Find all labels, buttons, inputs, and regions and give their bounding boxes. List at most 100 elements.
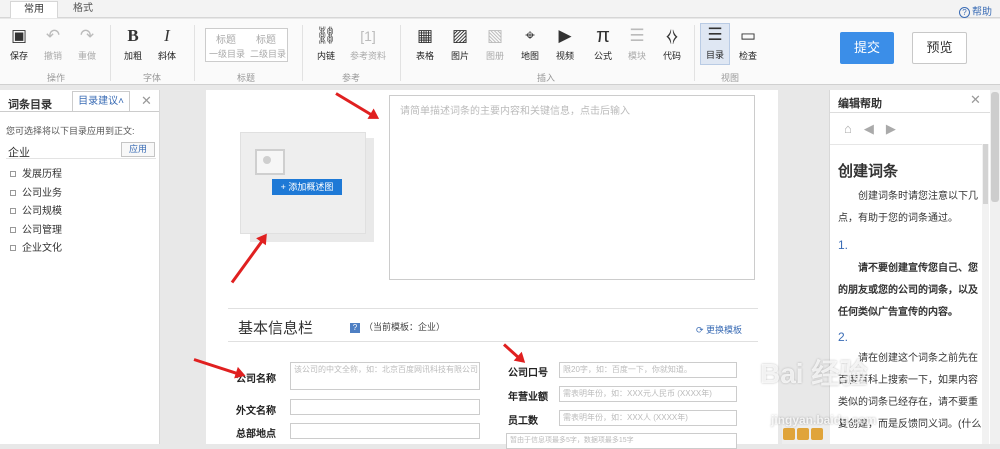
bullet-icon <box>10 245 16 252</box>
redo-button[interactable]: ↷ 重做 <box>74 25 100 62</box>
watermark-url: jingyan.baidu.com <box>771 413 877 427</box>
group-label: 操作 <box>46 73 65 83</box>
table-button[interactable]: ▦ 表格 <box>412 25 438 62</box>
undo-button[interactable]: ↶ 撤销 <box>40 25 66 62</box>
list-icon: ☰ <box>707 25 723 44</box>
code-button[interactable]: ⧼⧽ 代码 <box>659 25 685 62</box>
reference-button[interactable]: [1] 参考资料 <box>346 25 390 62</box>
bold-button[interactable]: B 加粗 <box>120 25 146 62</box>
tab-common[interactable]: 常用 <box>10 1 58 18</box>
tray-icon[interactable] <box>811 428 823 440</box>
toc-item[interactable]: 公司规模 <box>10 203 62 222</box>
toc-tip: 您可选择将以下目录应用到正文: <box>6 126 135 136</box>
help-link[interactable]: ? 帮助 <box>959 3 992 18</box>
italic-button[interactable]: I 斜体 <box>154 25 180 62</box>
help-heading: 创建词条 <box>838 163 899 180</box>
help-nav: ⌂◀▶ <box>844 121 908 137</box>
formula-button[interactable]: π 公式 <box>590 25 616 62</box>
internal-link-button[interactable]: ⛓ 内链 <box>312 25 340 62</box>
heading-2-label[interactable]: 标题 <box>256 31 276 46</box>
save-button[interactable]: ▣ 保存 <box>6 25 32 62</box>
close-icon[interactable]: ✕ <box>141 93 152 109</box>
add-summary-image-button[interactable]: + 添加概述图 <box>272 179 342 195</box>
scroll-thumb[interactable] <box>983 144 988 204</box>
scroll-thumb[interactable] <box>991 92 999 202</box>
group-label: 插入 <box>536 73 555 83</box>
toc-panel: 词条目录 目录建议˄ ✕ 您可选择将以下目录应用到正文: 企业 应用 发展历程 … <box>0 90 160 444</box>
question-icon[interactable]: ? <box>350 323 360 333</box>
divider <box>228 341 758 342</box>
caret-up-icon: ˄ <box>118 96 124 107</box>
heading-1-sub: 一级目录 <box>209 49 246 59</box>
toc-item[interactable]: 企业文化 <box>10 240 62 259</box>
forward-arrow-icon[interactable]: ▶ <box>886 121 908 136</box>
english-name-field[interactable] <box>290 399 480 415</box>
image-button[interactable]: ▨ 图片 <box>447 25 473 62</box>
italic-icon: I <box>164 26 170 45</box>
preview-button[interactable]: 预览 <box>912 32 967 64</box>
toc-item[interactable]: 公司业务 <box>10 185 62 204</box>
map-button[interactable]: ⌖ 地图 <box>517 25 543 62</box>
toc-item[interactable]: 发展历程 <box>10 166 62 185</box>
employees-field[interactable]: 需表明年份，如：XXX人 (XXXX年) <box>559 410 737 426</box>
divider <box>194 25 195 81</box>
toc-list: 发展历程 公司业务 公司规模 公司管理 企业文化 <box>10 166 62 259</box>
video-button[interactable]: ▶ 视频 <box>552 25 578 62</box>
summary-input[interactable]: 请简单描述词条的主要内容和关键信息，点击后输入 <box>389 95 755 280</box>
help-label: 帮助 <box>972 7 992 18</box>
reference-icon: [1] <box>360 28 376 44</box>
slogan-field[interactable]: 限20字，如：百度一下，你就知道。 <box>559 362 737 378</box>
submit-button[interactable]: 提交 <box>840 32 894 64</box>
pi-icon: π <box>596 25 610 47</box>
revenue-label: 年营业额 <box>508 392 548 403</box>
atlas-icon: ▧ <box>486 26 504 45</box>
atlas-button[interactable]: ▧ 图册 <box>482 25 508 62</box>
apply-button[interactable]: 应用 <box>121 142 155 157</box>
help-scrollbar[interactable] <box>982 144 989 444</box>
tab-format[interactable]: 格式 <box>68 1 98 18</box>
heading-selector[interactable]: 标题 标题 一级目录 二级目录 <box>205 28 288 62</box>
hq-field[interactable] <box>290 423 480 439</box>
module-icon: ☰ <box>629 26 645 45</box>
back-arrow-icon[interactable]: ◀ <box>864 121 886 136</box>
hq-label: 总部地点 <box>236 429 276 440</box>
video-icon: ▶ <box>558 26 572 45</box>
divider <box>830 112 990 113</box>
company-name-field[interactable]: 该公司的中文全称，如：北京百度网讯科技有限公司 <box>290 362 480 390</box>
help-intro: 创建词条时请您注意以下几点，有助于您的词条通过。 <box>838 191 978 224</box>
group-label: 标题 <box>236 73 255 83</box>
divider <box>0 111 159 112</box>
top-tab-bar: 常用 格式 ? 帮助 <box>0 0 1000 18</box>
home-icon[interactable]: ⌂ <box>844 121 864 136</box>
module-button[interactable]: ☰ 模块 <box>624 25 650 62</box>
bold-icon: B <box>127 26 139 45</box>
table-icon: ▦ <box>416 26 434 45</box>
employees-label: 员工数 <box>508 416 538 427</box>
editor-page: + 添加概述图 请简单描述词条的主要内容和关键信息，点击后输入 基本信息栏 ? （… <box>206 90 778 449</box>
check-button[interactable]: ▭ 检查 <box>735 25 761 62</box>
heading-1-label[interactable]: 标题 <box>216 31 236 46</box>
close-icon[interactable]: ✕ <box>970 92 981 108</box>
more-info-field[interactable]: 暂由于信息项最多5字，数据项最多15字 <box>506 433 737 449</box>
image-sun-shape <box>263 156 271 164</box>
redo-icon: ↷ <box>79 26 95 45</box>
group-label: 参考 <box>341 73 360 83</box>
switch-template-link[interactable]: ⟳ 更换模板 <box>696 323 742 336</box>
check-icon: ▭ <box>739 26 757 45</box>
help-number: 1. <box>838 238 849 252</box>
page-scrollbar[interactable] <box>990 90 1000 444</box>
image-icon: ▨ <box>451 26 469 45</box>
divider <box>228 308 758 309</box>
divider <box>6 158 156 159</box>
toc-button[interactable]: ☰ 目录 <box>700 23 730 65</box>
bullet-icon <box>10 226 16 233</box>
watermark: Bai 经验 <box>760 358 868 389</box>
undo-icon: ↶ <box>45 26 61 45</box>
link-icon: ⛓ <box>315 26 337 45</box>
toc-suggestion-tab[interactable]: 目录建议˄ <box>72 91 130 111</box>
revenue-field[interactable]: 需表明年份，如：XXX元人民币 (XXXX年) <box>559 386 737 402</box>
tray-icon[interactable] <box>783 428 795 440</box>
tray-icon[interactable] <box>797 428 809 440</box>
toc-item[interactable]: 公司管理 <box>10 222 62 241</box>
help-number: 2. <box>838 330 849 344</box>
